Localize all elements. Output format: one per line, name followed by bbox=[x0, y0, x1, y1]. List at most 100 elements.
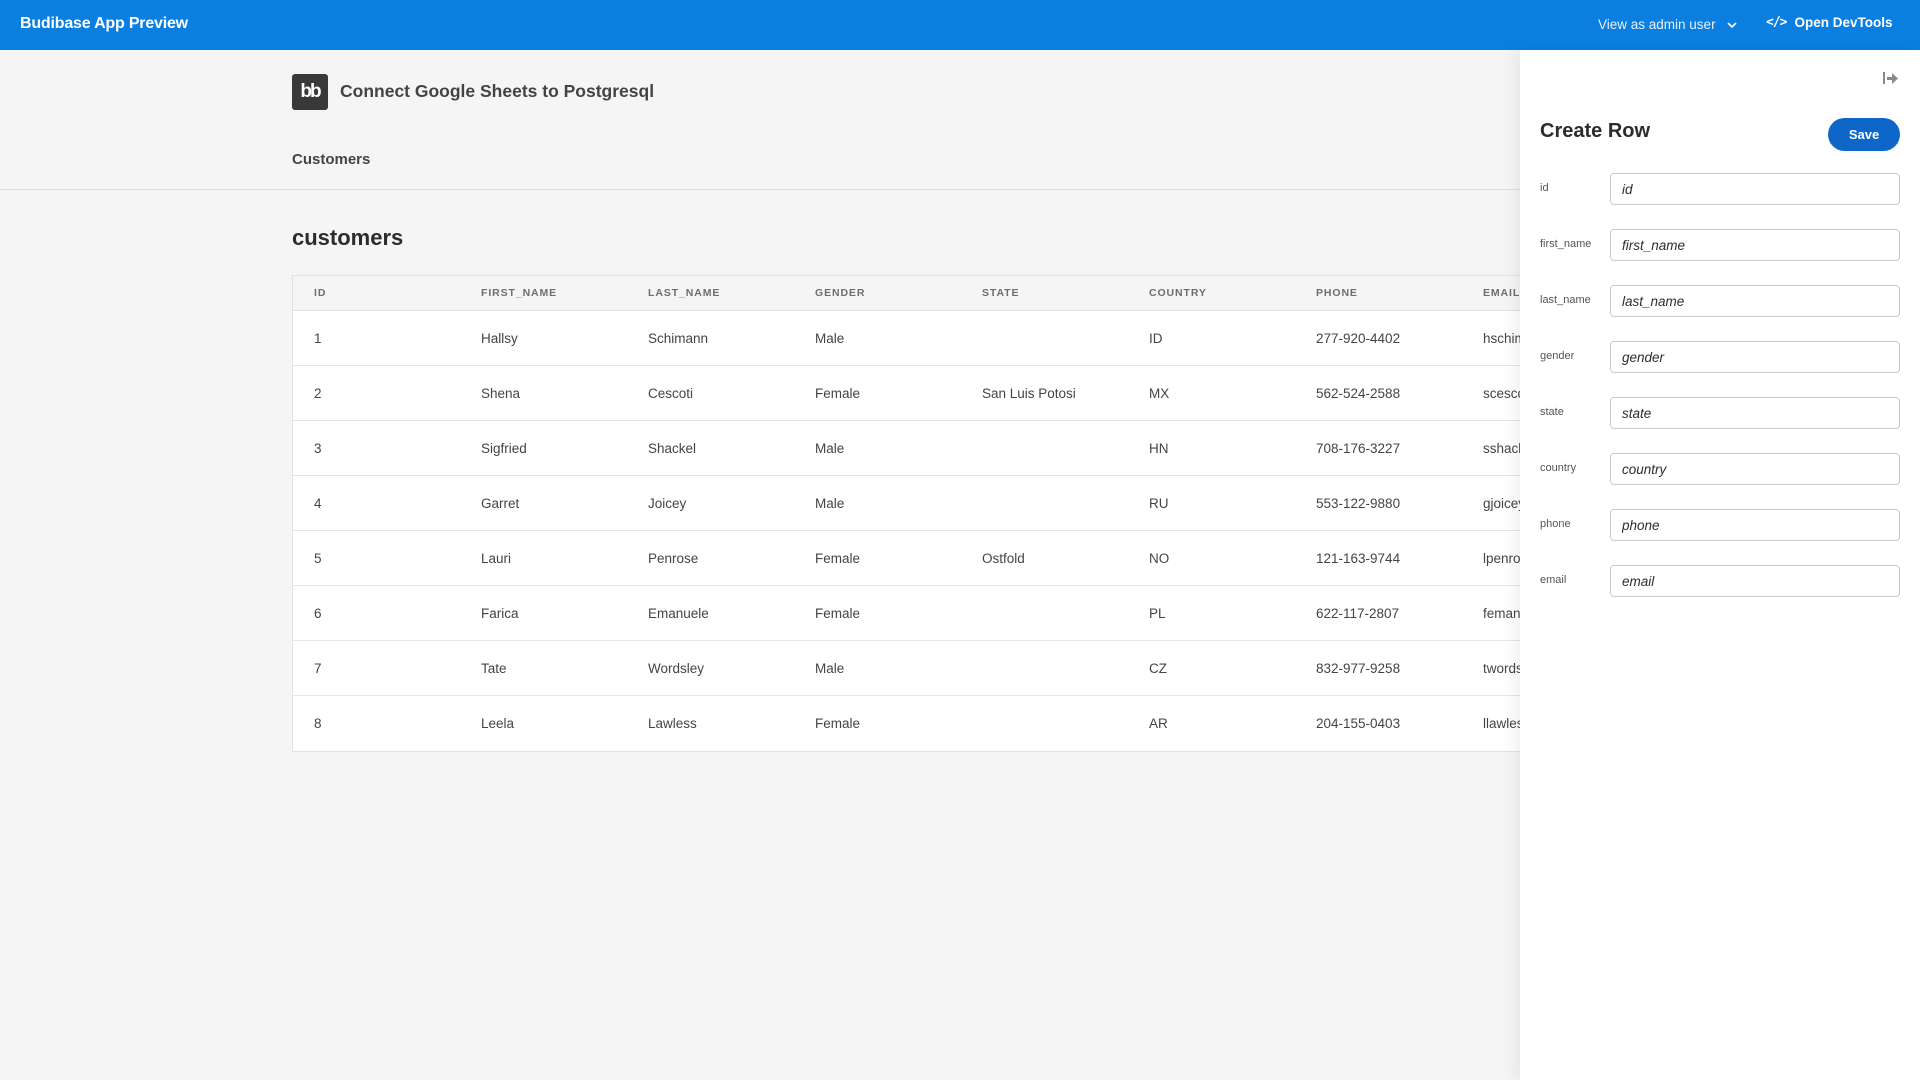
cell-gender: Female bbox=[815, 550, 861, 566]
table-row[interactable]: 3 Sigfried Shackel Male HN 708-176-3227 sshack… bbox=[293, 421, 1631, 476]
cell-first-name: Sigfried bbox=[481, 440, 527, 456]
field-label: state bbox=[1540, 406, 1564, 418]
field-email: email bbox=[1540, 565, 1900, 597]
column-header-gender[interactable]: GENDER bbox=[794, 287, 961, 299]
view-as-dropdown[interactable]: View as admin user bbox=[1598, 17, 1738, 32]
cell-last-name: Cescoti bbox=[648, 385, 694, 401]
cell-last-name: Penrose bbox=[648, 550, 699, 566]
field-label: gender bbox=[1540, 350, 1575, 362]
column-header-state[interactable]: STATE bbox=[961, 287, 1128, 299]
budibase-logo: bb bbox=[292, 74, 328, 110]
cell-first-name: Farica bbox=[481, 605, 519, 621]
phone-input[interactable] bbox=[1610, 509, 1900, 541]
field-label: country bbox=[1540, 462, 1577, 474]
cell-country: NO bbox=[1149, 550, 1170, 566]
cell-phone: 553-122-9880 bbox=[1316, 495, 1401, 511]
id-input[interactable] bbox=[1610, 173, 1900, 205]
field-state: state bbox=[1540, 397, 1900, 429]
cell-gender: Male bbox=[815, 495, 845, 511]
table-header: ID FIRST_NAME LAST_NAME GENDER STATE COUNTRY P… bbox=[293, 276, 1631, 311]
cell-id: 4 bbox=[314, 495, 322, 511]
cell-last-name: Schimann bbox=[648, 330, 709, 346]
country-input[interactable] bbox=[1610, 453, 1900, 485]
email-input[interactable] bbox=[1610, 565, 1900, 597]
cell-country: PL bbox=[1149, 605, 1166, 621]
create-row-panel: Create Row Save id first_name last_namegen… bbox=[1520, 50, 1920, 1080]
field-country: country bbox=[1540, 453, 1900, 485]
table-row[interactable]: 8 Leela Lawless Female AR 204-155-0403 llawles… bbox=[293, 696, 1631, 751]
state-input[interactable] bbox=[1610, 397, 1900, 429]
cell-last-name: Wordsley bbox=[648, 660, 705, 676]
customers-table: ID FIRST_NAME LAST_NAME GENDER STATE COUNTRY P… bbox=[292, 275, 1632, 752]
cell-country: RU bbox=[1149, 495, 1169, 511]
cell-first-name: Hallsy bbox=[481, 330, 518, 346]
column-header-last-name[interactable]: LAST_NAME bbox=[627, 287, 794, 299]
cell-phone: 622-117-2807 bbox=[1316, 605, 1400, 621]
cell-gender: Female bbox=[815, 385, 861, 401]
cell-last-name: Lawless bbox=[648, 716, 697, 731]
column-header-country[interactable]: COUNTRY bbox=[1128, 287, 1295, 299]
cell-country: MX bbox=[1149, 385, 1170, 401]
cell-phone: 832-977-9258 bbox=[1316, 660, 1401, 676]
cell-country: AR bbox=[1149, 716, 1168, 731]
section-title: customers bbox=[292, 225, 404, 250]
panel-heading: Create Row bbox=[1540, 120, 1651, 142]
field-id: id bbox=[1540, 173, 1900, 205]
table-row[interactable]: 7 Tate Wordsley Male CZ 832-977-9258 twordsl bbox=[293, 641, 1631, 696]
column-header-first-name[interactable]: FIRST_NAME bbox=[460, 287, 627, 299]
field-label: first_name bbox=[1540, 238, 1592, 250]
top-bar: Budibase App Preview View as admin user … bbox=[0, 0, 1920, 50]
cell-first-name: Garret bbox=[481, 495, 520, 511]
code-icon: </> bbox=[1766, 15, 1788, 30]
table-row[interactable]: 5 Lauri Penrose Female Ostfold NO 121-163-9744… bbox=[293, 531, 1631, 586]
table-body: 1 Hallsy Schimann Male ID 277-920-4402 hschima… bbox=[293, 311, 1631, 751]
field-phone: phone bbox=[1540, 509, 1900, 541]
cell-id: 1 bbox=[314, 330, 322, 346]
cell-gender: Male bbox=[815, 330, 845, 346]
nav-item-customers[interactable]: Customers bbox=[292, 151, 370, 168]
field-label: phone bbox=[1540, 518, 1571, 530]
field-label: id bbox=[1540, 182, 1549, 194]
open-devtools-button[interactable]: </> Open DevTools bbox=[1766, 15, 1893, 30]
cell-gender: Female bbox=[815, 605, 861, 621]
field-last-name: last_name bbox=[1540, 285, 1900, 317]
table-row[interactable]: 4 Garret Joicey Male RU 553-122-9880 gjoicey bbox=[293, 476, 1631, 531]
cell-last-name: Shackel bbox=[648, 440, 697, 456]
table-row[interactable]: 6 Farica Emanuele Female PL 622-117-2807 feman… bbox=[293, 586, 1631, 641]
app-header: bb Connect Google Sheets to Postgresql C… bbox=[0, 50, 1520, 190]
column-header-phone[interactable]: PHONE bbox=[1295, 287, 1462, 299]
cell-country: CZ bbox=[1149, 660, 1167, 676]
cell-id: 7 bbox=[314, 660, 322, 676]
table-row[interactable]: 2 Shena Cescoti Female San Luis Potosi MX 562-… bbox=[293, 366, 1631, 421]
cell-phone: 121-163-9744 bbox=[1316, 550, 1401, 566]
field-first-name: first_name bbox=[1540, 229, 1900, 261]
first-name-input[interactable] bbox=[1610, 229, 1900, 261]
field-gender: gender bbox=[1540, 341, 1900, 373]
app-title: Budibase App Preview bbox=[20, 15, 188, 32]
cell-gender: Male bbox=[815, 660, 845, 676]
cell-phone: 204-155-0403 bbox=[1316, 716, 1401, 731]
cell-country: ID bbox=[1149, 330, 1163, 346]
cell-first-name: Lauri bbox=[481, 550, 512, 566]
cell-country: HN bbox=[1149, 440, 1169, 456]
column-header-id[interactable]: ID bbox=[293, 287, 460, 299]
view-as-label: View as admin user bbox=[1598, 17, 1716, 32]
gender-input[interactable] bbox=[1610, 341, 1900, 373]
save-button[interactable]: Save bbox=[1828, 118, 1900, 151]
table-row[interactable]: 1 Hallsy Schimann Male ID 277-920-4402 hschima bbox=[293, 311, 1631, 366]
cell-gender: Male bbox=[815, 440, 845, 456]
last-name-input[interactable] bbox=[1610, 285, 1900, 317]
cell-first-name: Shena bbox=[481, 385, 521, 401]
cell-state: Ostfold bbox=[982, 550, 1025, 566]
cell-state: San Luis Potosi bbox=[982, 385, 1076, 401]
open-devtools-label: Open DevTools bbox=[1794, 15, 1893, 30]
cell-first-name: Leela bbox=[481, 716, 515, 731]
cell-id: 6 bbox=[314, 605, 322, 621]
cell-phone: 277-920-4402 bbox=[1316, 330, 1401, 346]
cell-first-name: Tate bbox=[481, 660, 507, 676]
collapse-panel-icon[interactable] bbox=[1882, 70, 1900, 86]
cell-gender: Female bbox=[815, 716, 861, 731]
cell-last-name: Joicey bbox=[648, 495, 687, 511]
cell-id: 8 bbox=[314, 716, 322, 731]
site-title: Connect Google Sheets to Postgresql bbox=[340, 81, 655, 101]
